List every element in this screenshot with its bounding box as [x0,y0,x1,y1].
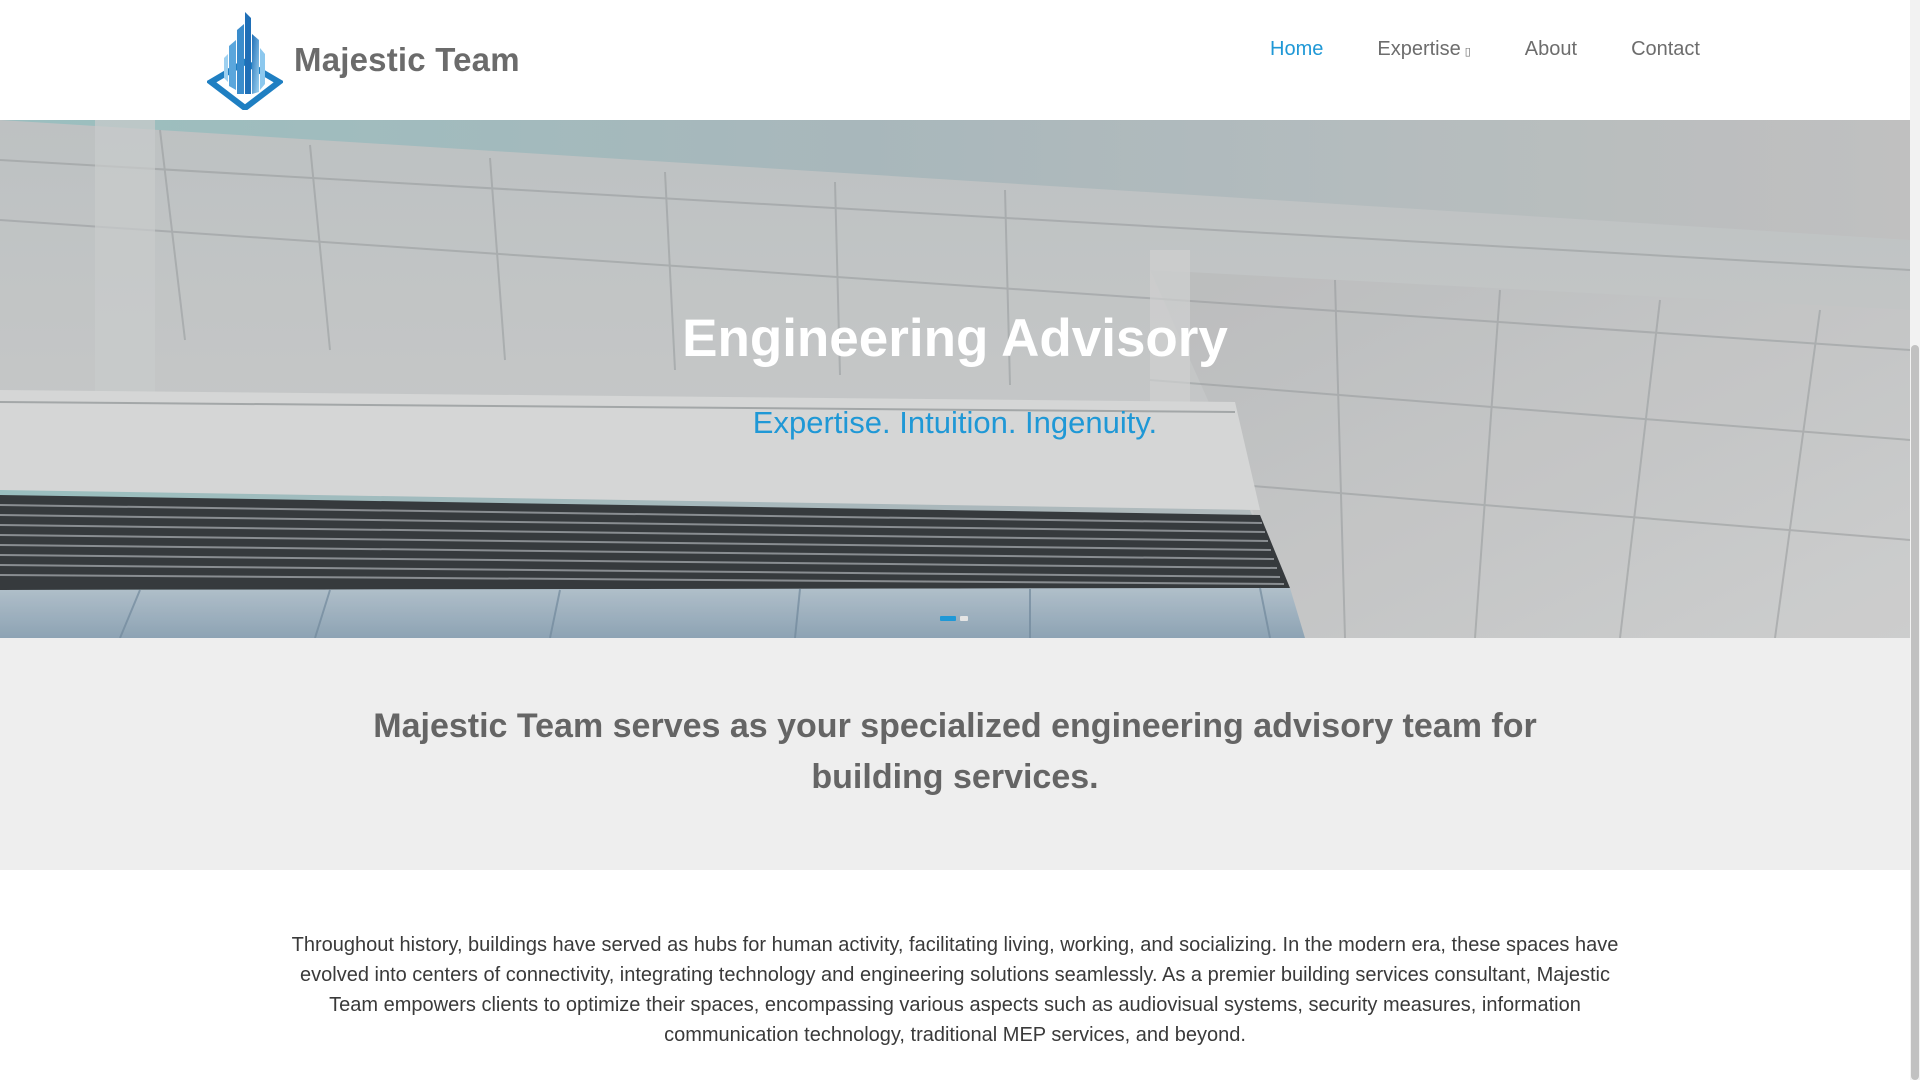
nav-contact-label: Contact [1631,38,1700,60]
hero-background-image [0,120,1910,638]
nav-home-label: Home [1270,38,1324,60]
page: Majestic Team Home Expertise ▯ About Con… [0,0,1920,1080]
page-scrollbar[interactable] [1910,0,1920,1080]
main-nav: Home Expertise ▯ About Contact [1216,38,1700,61]
building-diamond-logo-icon [207,12,283,110]
dropdown-caret-icon: ▯ [1464,46,1471,58]
nav-expertise-label: Expertise [1377,38,1461,60]
nav-contact[interactable]: Contact [1631,38,1700,61]
brand-name: Majestic Team [294,41,520,78]
scrollbar-thumb[interactable] [1911,345,1919,1080]
nav-home[interactable]: Home [1270,38,1323,61]
intro-statement: Majestic Team serves as your specialized… [373,707,1537,796]
brand-link[interactable]: Majestic Team [207,10,520,110]
nav-about-label: About [1524,38,1578,60]
carousel-indicators [940,616,968,621]
carousel-dot-2[interactable] [960,616,968,621]
hero-subtitle: Expertise. Intuition. Ingenuity. [752,405,1158,440]
carousel-dot-1[interactable] [940,616,956,621]
hero-title: Engineering Advisory [682,309,1228,368]
nav-expertise[interactable]: Expertise ▯ [1377,38,1470,61]
intro-band: Majestic Team serves as your specialized… [0,638,1910,870]
about-paragraph: Throughout history, buildings have serve… [291,934,1619,1046]
site-header: Majestic Team Home Expertise ▯ About Con… [0,0,1910,120]
hero-carousel: Engineering Advisory Expertise. Intuitio… [0,120,1910,638]
nav-about[interactable]: About [1525,38,1577,61]
